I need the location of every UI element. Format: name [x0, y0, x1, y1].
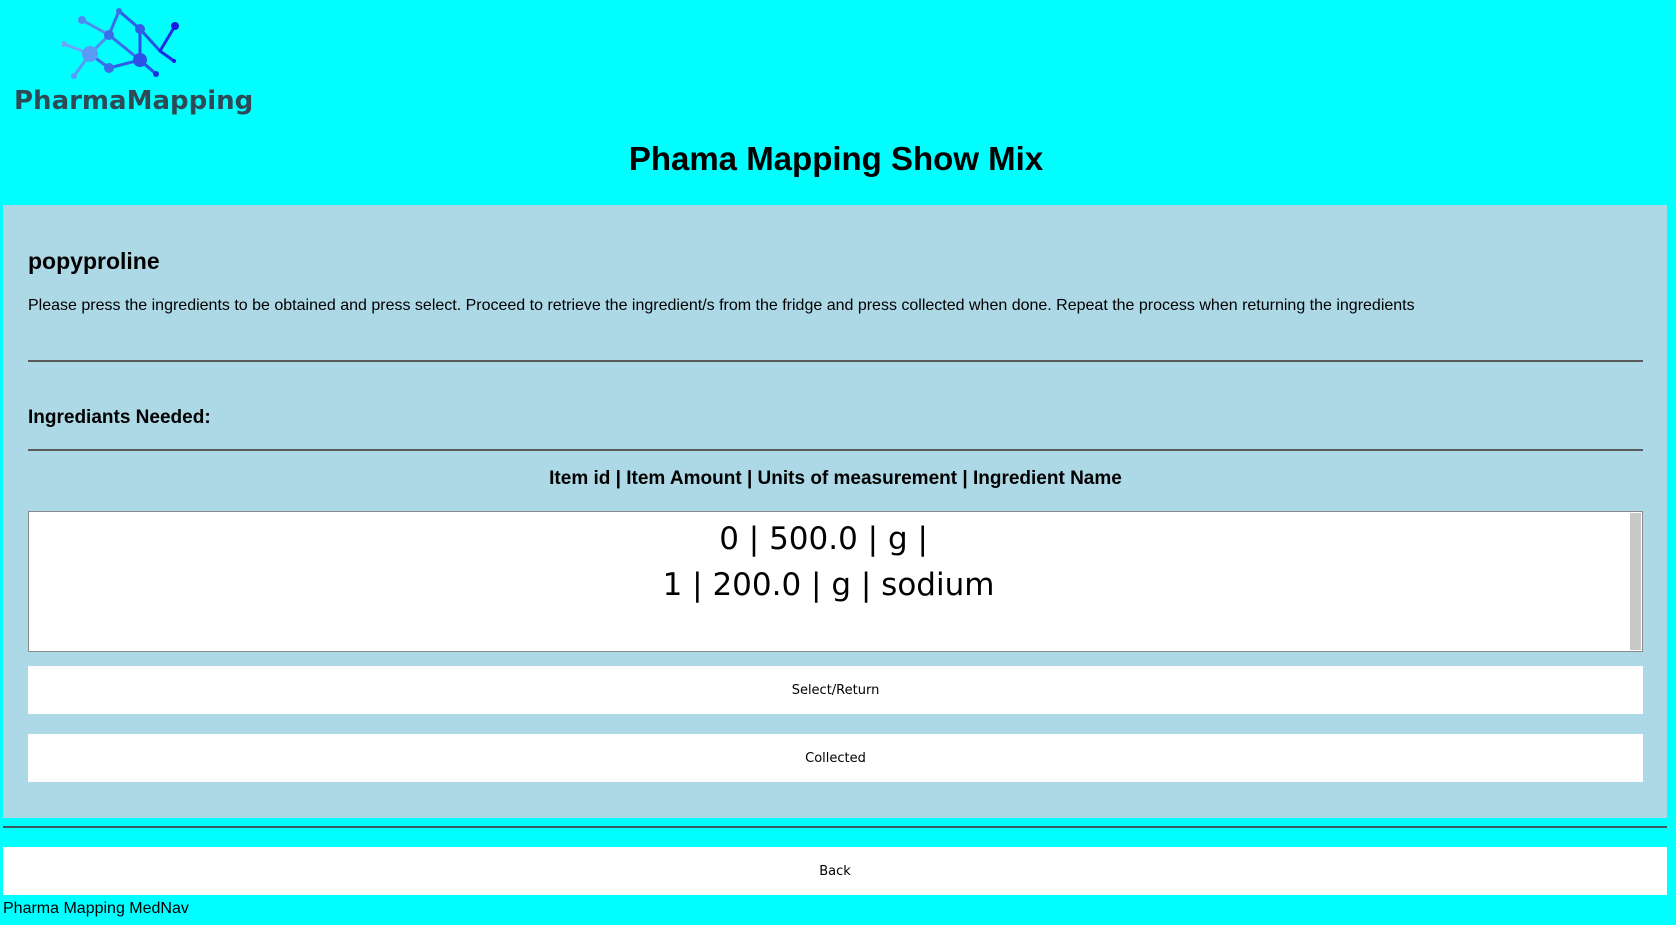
ingredients-list: 0 | 500.0 | g | 1 | 200.0 | g | sodium: [29, 516, 1628, 608]
ingredients-listbox[interactable]: 0 | 500.0 | g | 1 | 200.0 | g | sodium: [28, 511, 1643, 652]
listbox-scrollbar[interactable]: [1630, 513, 1641, 650]
ingredient-list-item[interactable]: 0 | 500.0 | g |: [29, 516, 1628, 562]
molecule-network-icon: [62, 8, 179, 79]
page-title: Phama Mapping Show Mix: [628, 140, 1044, 177]
select-return-button[interactable]: Select/Return: [28, 666, 1643, 714]
ingredient-list-item[interactable]: 1 | 200.0 | g | sodium: [29, 562, 1628, 608]
section-divider: [28, 449, 1643, 451]
ingredients-columns-header: Item id | Item Amount | Units of measure…: [549, 468, 1122, 489]
back-button[interactable]: Back: [3, 847, 1667, 895]
logo-wordmark: PharmaMapping: [14, 86, 254, 116]
mix-name: popyproline: [28, 248, 160, 274]
ingredients-needed-heading: Ingrediants Needed:: [28, 407, 211, 428]
section-divider: [28, 360, 1643, 362]
footer-divider: [3, 826, 1667, 828]
instructions-text: Please press the ingredients to be obtai…: [28, 297, 1415, 314]
pharmamapping-logo: PharmaMapping: [14, 8, 254, 120]
show-mix-panel: popyproline Please press the ingredients…: [3, 205, 1667, 818]
collected-button[interactable]: Collected: [28, 734, 1643, 782]
footer-text: Pharma Mapping MedNav: [3, 900, 189, 917]
